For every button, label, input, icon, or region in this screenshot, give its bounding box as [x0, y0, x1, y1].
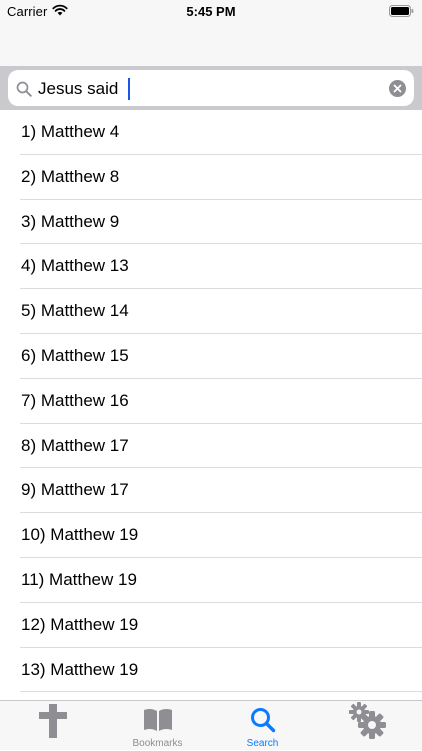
cross-icon	[38, 704, 67, 738]
book-icon	[143, 708, 172, 731]
search-input[interactable]	[38, 78, 378, 100]
result-label: 1) Matthew 4	[21, 122, 120, 141]
tab-label: Search	[246, 738, 279, 749]
clear-icon	[393, 84, 402, 93]
result-row[interactable]: 11) Matthew 19	[0, 558, 422, 603]
gears-icon	[348, 702, 386, 739]
result-label: 4) Matthew 13	[21, 256, 129, 276]
search-icon	[250, 708, 275, 733]
result-label: 3) Matthew 9	[21, 211, 120, 231]
result-label: 13) Matthew 19	[21, 659, 139, 679]
navigation-bar	[0, 22, 422, 66]
status-time: 5:45 PM	[186, 4, 236, 19]
search-bar	[0, 66, 422, 110]
tab-settings[interactable]	[315, 701, 420, 751]
result-label: 7) Matthew 16	[21, 390, 129, 410]
result-row[interactable]: 5) Matthew 14	[0, 289, 422, 334]
result-row[interactable]: 10) Matthew 19	[0, 513, 422, 558]
tab-home[interactable]	[0, 701, 105, 751]
tab-search[interactable]: Search	[210, 701, 315, 751]
result-row[interactable]: 1) Matthew 4	[0, 110, 422, 155]
result-label: 9) Matthew 17	[21, 480, 129, 500]
result-label: 2) Matthew 8	[21, 166, 120, 186]
battery-icon	[389, 5, 414, 17]
search-results-list: 1) Matthew 4 2) Matthew 8 3) Matthew 9 4…	[0, 110, 422, 693]
result-row[interactable]: 7) Matthew 16	[0, 379, 422, 424]
result-row[interactable]: 9) Matthew 17	[0, 468, 422, 513]
result-row[interactable]: 2) Matthew 8	[0, 155, 422, 200]
text-caret	[128, 78, 130, 100]
result-row[interactable]: 13) Matthew 19	[0, 648, 422, 693]
result-label: 5) Matthew 14	[21, 301, 129, 321]
search-field-container[interactable]	[8, 70, 414, 106]
result-label: 6) Matthew 15	[21, 345, 129, 365]
tab-bar: Bookmarks Search	[0, 700, 422, 750]
result-label: 8) Matthew 17	[21, 435, 129, 455]
tab-bookmarks[interactable]: Bookmarks	[105, 701, 210, 751]
result-row[interactable]: 6) Matthew 15	[0, 334, 422, 379]
status-bar: Carrier 5:45 PM	[0, 0, 422, 22]
tab-label: Bookmarks	[132, 738, 183, 749]
result-row[interactable]: 12) Matthew 19	[0, 603, 422, 648]
result-label: 12) Matthew 19	[21, 614, 139, 634]
result-row[interactable]: 4) Matthew 13	[0, 244, 422, 289]
result-row[interactable]: 3) Matthew 9	[0, 200, 422, 245]
magnifier-icon	[16, 81, 32, 97]
result-label: 11) Matthew 19	[21, 569, 137, 589]
result-row[interactable]: 8) Matthew 17	[0, 424, 422, 469]
result-label: 10) Matthew 19	[21, 525, 139, 545]
clear-search-button[interactable]	[389, 80, 406, 97]
